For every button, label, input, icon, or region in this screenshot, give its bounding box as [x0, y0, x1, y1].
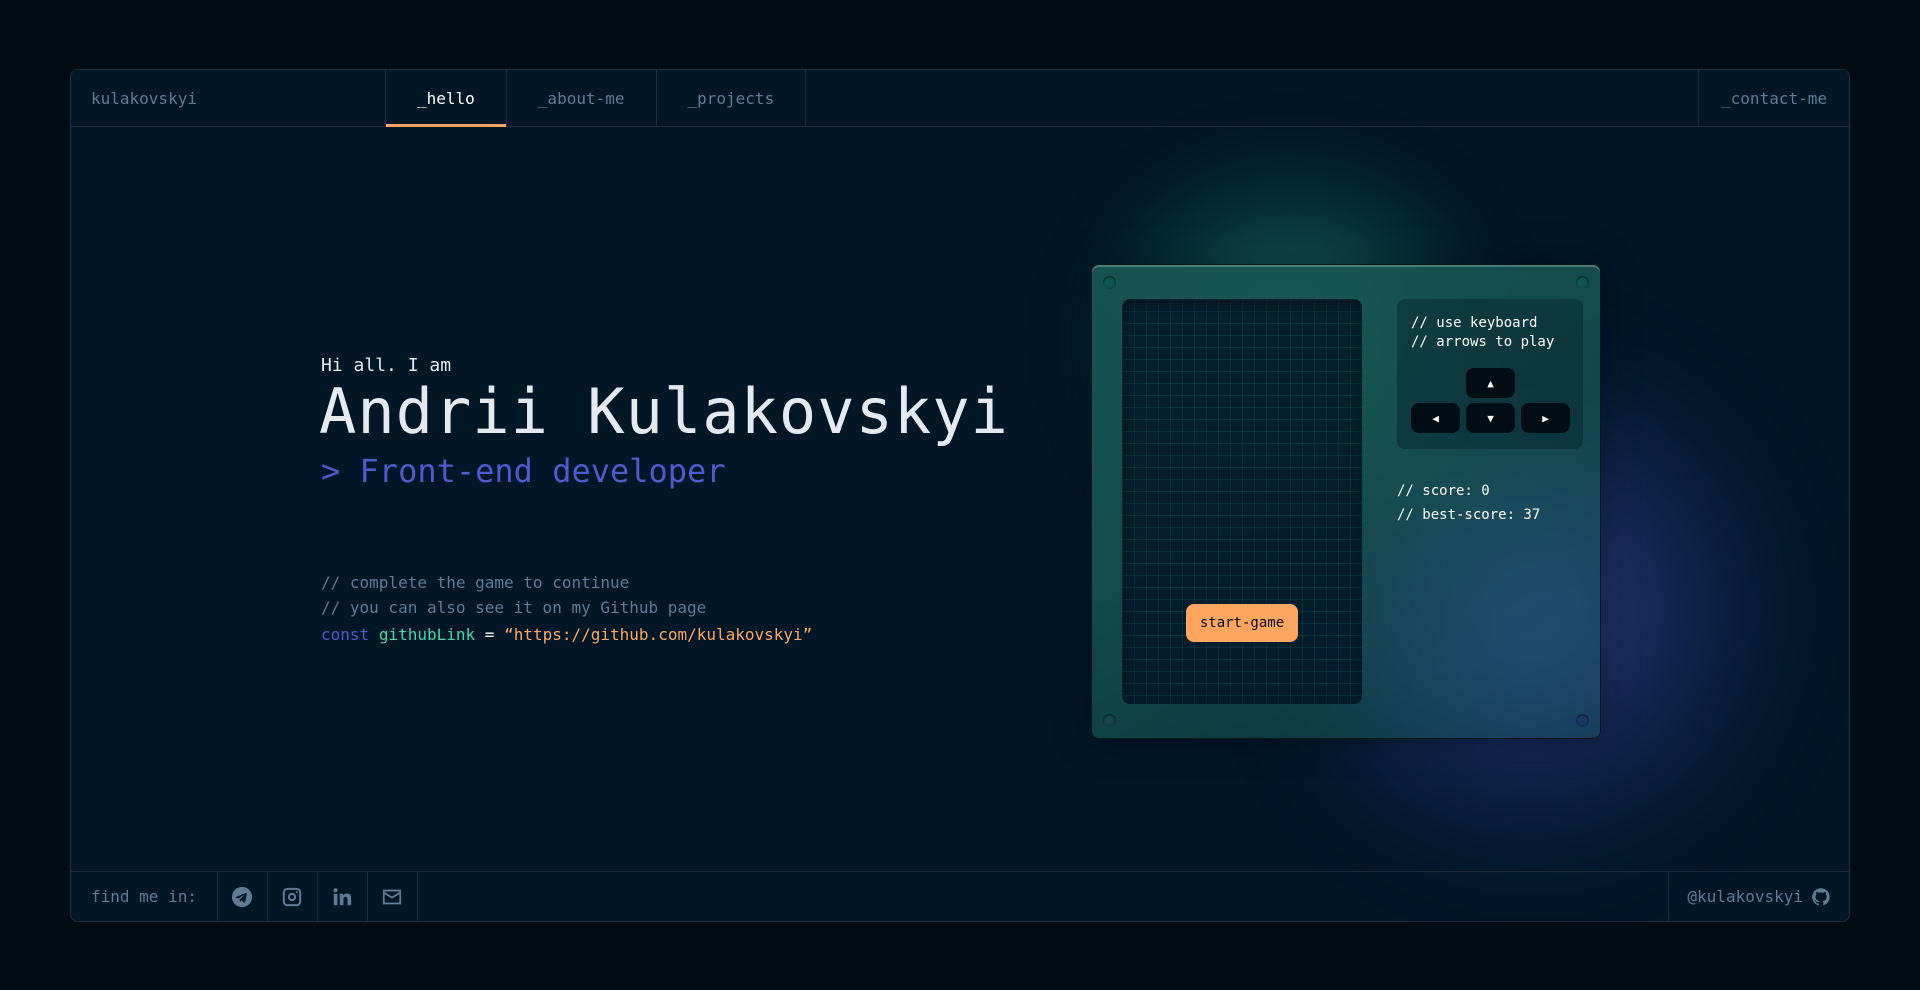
arrow-right-icon: ▶: [1542, 411, 1549, 425]
tab-hello[interactable]: _hello: [386, 70, 507, 127]
tab-contact-me[interactable]: _contact-me: [1698, 70, 1849, 126]
screw-icon: [1103, 714, 1116, 727]
tab-about-me[interactable]: _about-me: [507, 70, 657, 126]
arrow-right-key[interactable]: ▶: [1521, 403, 1570, 433]
mail-icon: [383, 889, 402, 904]
game-screen[interactable]: start-game: [1122, 299, 1362, 704]
arrow-up-key[interactable]: ▲: [1466, 368, 1515, 398]
top-nav: kulakovskyi _hello _about-me _projects _…: [71, 70, 1849, 127]
developer-role: > Front-end developer: [321, 452, 726, 490]
instructions-line-1: // use keyboard: [1411, 315, 1538, 331]
code-operator: =: [484, 625, 495, 644]
screw-icon: [1103, 276, 1116, 289]
arrow-left-key[interactable]: ◀: [1411, 403, 1460, 433]
instructions-line-2: // arrows to play: [1411, 334, 1555, 350]
github-handle: @kulakovskyi: [1687, 887, 1803, 906]
screw-icon: [1576, 714, 1589, 727]
mail-link[interactable]: [368, 872, 418, 921]
tab-projects[interactable]: _projects: [657, 70, 807, 126]
linkedin-link[interactable]: [318, 872, 368, 921]
footer-spacer: [418, 872, 1668, 921]
github-link[interactable]: “https://github.com/kulakovskyi”: [504, 625, 812, 644]
game-controls-panel: // use keyboard // arrows to play ▲ ◀ ▼ …: [1397, 299, 1583, 449]
github-handle-link[interactable]: @kulakovskyi: [1668, 872, 1849, 921]
instagram-link[interactable]: [268, 872, 318, 921]
github-link-code: const githubLink = “https://github.com/k…: [321, 625, 812, 644]
telegram-link[interactable]: [218, 872, 268, 921]
footer: find me in: @kulakovskyi: [71, 871, 1849, 921]
code-keyword: const: [321, 625, 370, 644]
linkedin-icon: [334, 887, 352, 905]
arrow-up-icon: ▲: [1487, 376, 1494, 390]
arrow-left-icon: ◀: [1432, 411, 1439, 425]
snake-game-board: start-game // use keyboard // arrows to …: [1091, 264, 1601, 739]
score-text: // score: 0: [1397, 483, 1490, 499]
start-game-button[interactable]: start-game: [1186, 604, 1298, 642]
github-icon: [1812, 887, 1830, 905]
arrow-down-icon: ▼: [1487, 411, 1494, 425]
find-me-label: find me in:: [71, 872, 218, 921]
developer-name: Andrii Kulakovskyi: [319, 375, 1009, 448]
code-comment-github: // you can also see it on my Github page: [321, 598, 707, 617]
arrow-down-key[interactable]: ▼: [1466, 403, 1515, 433]
screw-icon: [1576, 276, 1589, 289]
instagram-icon: [283, 887, 302, 906]
telegram-icon: [232, 886, 253, 907]
code-variable: githubLink: [378, 625, 476, 644]
code-comment-game: // complete the game to continue: [321, 573, 630, 592]
best-score-text: // best-score: 37: [1397, 507, 1541, 523]
greeting-text: Hi all. I am: [321, 355, 452, 376]
app-window: kulakovskyi _hello _about-me _projects _…: [70, 69, 1850, 922]
brand-name[interactable]: kulakovskyi: [71, 70, 386, 126]
